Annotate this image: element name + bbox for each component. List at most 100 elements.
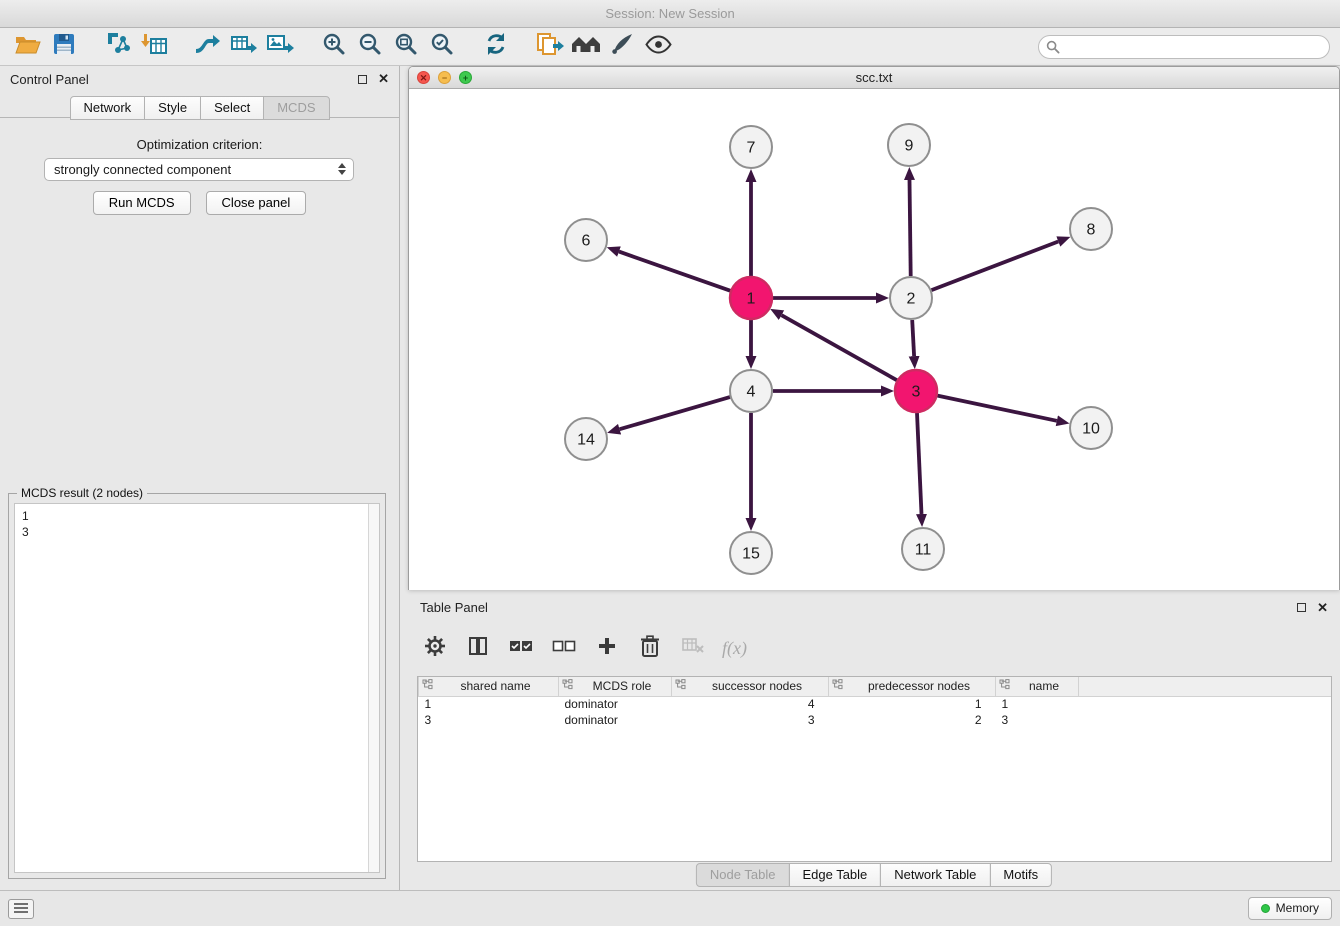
edge-3-1[interactable] xyxy=(782,315,897,380)
unselect-all-button[interactable] xyxy=(546,632,582,664)
node-11[interactable]: 11 xyxy=(902,528,944,570)
apply-layout-button[interactable] xyxy=(478,31,514,63)
network-from-table-button[interactable] xyxy=(226,31,262,63)
window-title: Session: New Session xyxy=(605,6,734,21)
close-window-icon[interactable]: ✕ xyxy=(417,71,430,84)
close-panel-button[interactable]: Close panel xyxy=(206,191,307,215)
open-folder-icon xyxy=(15,34,41,60)
node-7[interactable]: 7 xyxy=(730,126,772,168)
task-history-button[interactable] xyxy=(8,899,34,919)
control-panel: Control Panel ✕ NetworkStyleSelectMCDS O… xyxy=(0,66,400,890)
result-scrollbar[interactable] xyxy=(368,504,379,872)
select-columns-button[interactable] xyxy=(460,632,496,664)
search-input[interactable] xyxy=(1038,35,1330,59)
edge-1-6[interactable] xyxy=(619,252,730,291)
node-14[interactable]: 14 xyxy=(565,418,607,460)
tab-network[interactable]: Network xyxy=(69,96,145,120)
criterion-dropdown[interactable]: strongly connected component xyxy=(44,158,354,181)
network-view[interactable]: 7 9 6 8 1 2 4 3 14 10 15 11 xyxy=(409,89,1339,590)
node-9[interactable]: 9 xyxy=(888,124,930,166)
tab-style[interactable]: Style xyxy=(144,96,201,120)
svg-text:10: 10 xyxy=(1082,421,1100,438)
float-panel-icon[interactable] xyxy=(358,75,367,84)
table-row[interactable]: 1dominator411 xyxy=(419,696,1332,712)
column-header-predecessor-nodes[interactable]: predecessor nodes xyxy=(829,677,996,696)
network-window-titlebar: scc.txt ✕ − + xyxy=(409,67,1339,89)
column-header-name[interactable]: name xyxy=(996,677,1079,696)
import-table-button[interactable] xyxy=(136,31,172,63)
refresh-icon xyxy=(484,32,508,61)
node-6[interactable]: 6 xyxy=(565,219,607,261)
close-table-panel-icon[interactable]: ✕ xyxy=(1317,603,1328,613)
minimize-window-icon[interactable]: − xyxy=(438,71,451,84)
table-row[interactable]: 3dominator323 xyxy=(419,712,1332,728)
copy-documents-icon xyxy=(536,32,564,61)
table-header-row: shared nameMCDS rolesuccessor nodesprede… xyxy=(419,677,1332,696)
save-session-button[interactable] xyxy=(46,31,82,63)
paintbrush-icon xyxy=(610,32,634,61)
edge-3-10[interactable] xyxy=(938,396,1057,421)
edge-2-8[interactable] xyxy=(932,242,1059,291)
node-15[interactable]: 15 xyxy=(730,532,772,574)
image-export-icon xyxy=(266,33,294,60)
float-table-panel-icon[interactable] xyxy=(1297,603,1306,612)
svg-text:4: 4 xyxy=(747,384,756,401)
table-tab-network-table[interactable]: Network Table xyxy=(880,863,990,887)
mcds-result-box: MCDS result (2 nodes) 13 xyxy=(8,493,386,879)
memory-button[interactable]: Memory xyxy=(1248,897,1332,920)
table-tab-motifs[interactable]: Motifs xyxy=(989,863,1052,887)
zoom-selected-button[interactable] xyxy=(424,31,460,63)
optimization-criterion-label: Optimization criterion: xyxy=(0,137,399,152)
first-neighbors-button[interactable] xyxy=(568,31,604,63)
node-10[interactable]: 10 xyxy=(1070,407,1112,449)
save-floppy-icon xyxy=(53,33,75,60)
node-4[interactable]: 4 xyxy=(730,370,772,412)
table-tab-edge-table[interactable]: Edge Table xyxy=(788,863,881,887)
zoom-in-button[interactable] xyxy=(316,31,352,63)
node-2[interactable]: 2 xyxy=(890,277,932,319)
delete-column-button[interactable] xyxy=(632,632,668,664)
column-header-mcds-role[interactable]: MCDS role xyxy=(559,677,672,696)
node-3[interactable]: 3 xyxy=(895,370,937,412)
mcds-result-list: 13 xyxy=(15,504,379,544)
table-delete-disabled-icon xyxy=(682,637,704,659)
run-mcds-button[interactable]: Run MCDS xyxy=(93,191,191,215)
import-network-button[interactable] xyxy=(100,31,136,63)
list-icon xyxy=(14,900,28,918)
node-8[interactable]: 8 xyxy=(1070,208,1112,250)
create-column-button[interactable] xyxy=(589,632,625,664)
zoom-out-button[interactable] xyxy=(352,31,388,63)
close-panel-icon[interactable]: ✕ xyxy=(378,74,389,84)
zoom-selected-icon xyxy=(430,32,454,61)
zoom-fit-button[interactable] xyxy=(388,31,424,63)
tab-select[interactable]: Select xyxy=(200,96,264,120)
table-panel: Table Panel ✕ xyxy=(408,595,1340,890)
select-all-button[interactable] xyxy=(503,632,539,664)
control-panel-tabs: NetworkStyleSelectMCDS xyxy=(69,96,329,120)
open-session-button[interactable] xyxy=(10,31,46,63)
edge-2-3[interactable] xyxy=(912,320,914,356)
tab-mcds[interactable]: MCDS xyxy=(263,96,329,120)
export-image-button[interactable] xyxy=(262,31,298,63)
column-header-successor-nodes[interactable]: successor nodes xyxy=(672,677,829,696)
copy-network-button[interactable] xyxy=(532,31,568,63)
svg-text:1: 1 xyxy=(747,291,756,308)
main-toolbar xyxy=(0,28,1340,66)
edge-2-9[interactable] xyxy=(910,180,911,276)
edge-4-14[interactable] xyxy=(620,397,730,429)
table-tab-node-table[interactable]: Node Table xyxy=(696,863,790,887)
maximize-window-icon[interactable]: + xyxy=(459,71,472,84)
svg-text:6: 6 xyxy=(582,233,591,250)
svg-text:3: 3 xyxy=(912,384,921,401)
mcds-result-line: 3 xyxy=(22,524,372,540)
criterion-dropdown-value: strongly connected component xyxy=(54,162,231,177)
apply-style-button[interactable] xyxy=(604,31,640,63)
node-1[interactable]: 1 xyxy=(730,277,772,319)
status-bar: Memory xyxy=(0,890,1340,926)
new-network-button[interactable] xyxy=(190,31,226,63)
table-settings-button[interactable] xyxy=(417,632,453,664)
show-hide-graphics-button[interactable] xyxy=(640,31,676,63)
edge-3-11[interactable] xyxy=(917,413,922,514)
column-header-shared-name[interactable]: shared name xyxy=(419,677,559,696)
network-graph: 7 9 6 8 1 2 4 3 14 10 15 11 xyxy=(409,89,1339,590)
